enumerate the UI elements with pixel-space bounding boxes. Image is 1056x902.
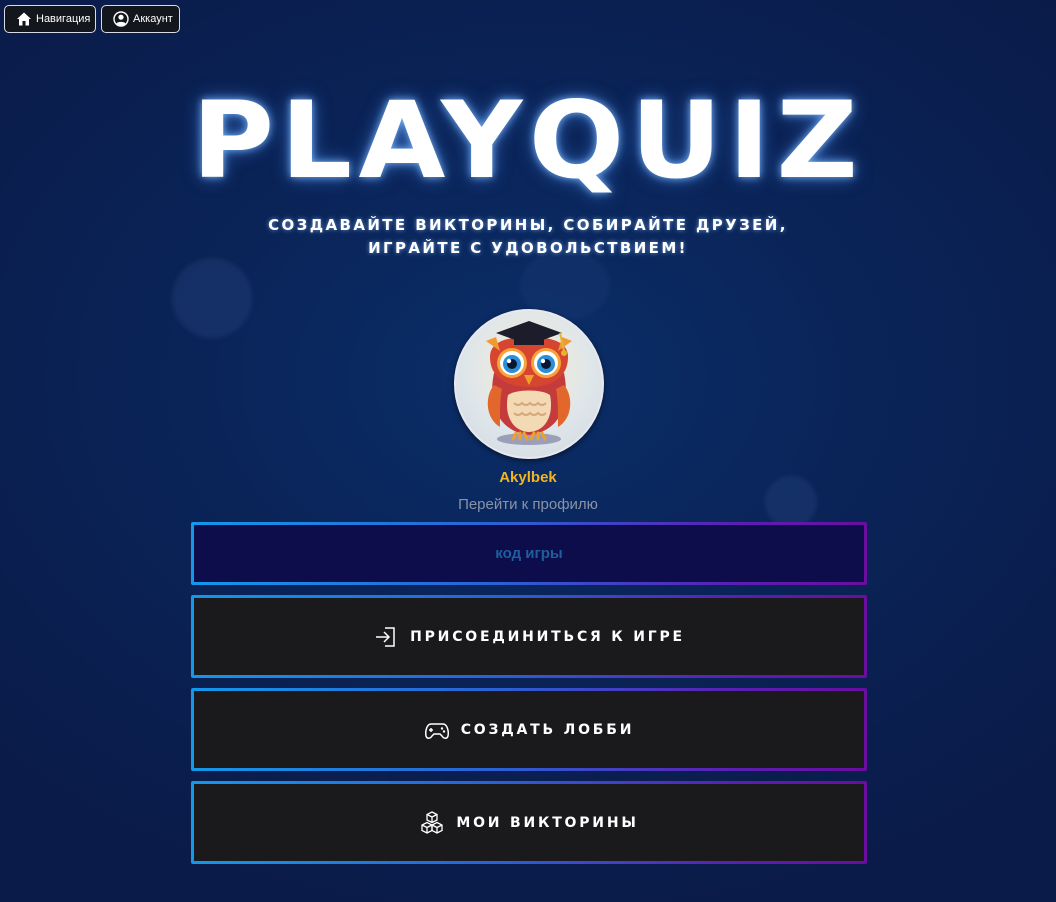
profile-link[interactable]: Перейти к профилю: [0, 496, 1056, 513]
navigation-button[interactable]: Навигация: [4, 5, 96, 33]
game-code-field: [191, 522, 867, 585]
join-game-button[interactable]: ПРИСОЕДИНИТЬСЯ К ИГРЕ: [191, 595, 867, 678]
create-lobby-button-body[interactable]: СОЗДАТЬ ЛОББИ: [194, 691, 864, 768]
tagline: СОЗДАВАЙТЕ ВИКТОРИНЫ, СОБИРАЙТЕ ДРУЗЕЙ, …: [0, 214, 1056, 260]
user-circle-icon: [113, 11, 129, 27]
account-label: Аккаунт: [133, 13, 173, 25]
tagline-line: СОЗДАВАЙТЕ ВИКТОРИНЫ, СОБИРАЙТЕ ДРУЗЕЙ,: [268, 216, 788, 234]
game-code-input[interactable]: [194, 524, 864, 583]
join-game-button-body[interactable]: ПРИСОЕДИНИТЬСЯ К ИГРЕ: [194, 598, 864, 675]
navigation-label: Навигация: [36, 13, 91, 25]
avatar[interactable]: [454, 309, 604, 459]
username: Akylbek: [499, 469, 557, 486]
my-quizzes-button-body[interactable]: МОИ ВИКТОРИНЫ: [194, 784, 864, 861]
tagline-line: ИГРАЙТЕ С УДОВОЛЬСТВИЕМ!: [368, 239, 688, 257]
bokeh-light: [172, 258, 252, 338]
app-title: PLAYQUIZ: [191, 79, 865, 202]
join-game-label: ПРИСОЕДИНИТЬСЯ К ИГРЕ: [410, 628, 685, 645]
my-quizzes-label: МОИ ВИКТОРИНЫ: [456, 814, 639, 831]
sign-in-icon: [373, 624, 399, 650]
create-lobby-label: СОЗДАТЬ ЛОББИ: [460, 721, 635, 738]
game-code-container: [194, 524, 864, 583]
home-icon: [16, 11, 32, 27]
create-lobby-button[interactable]: СОЗДАТЬ ЛОББИ: [191, 688, 867, 771]
cubes-icon: [419, 810, 445, 836]
gamepad-icon: [424, 717, 450, 743]
my-quizzes-button[interactable]: МОИ ВИКТОРИНЫ: [191, 781, 867, 864]
owl-avatar-icon: [486, 321, 572, 445]
account-button[interactable]: Аккаунт: [101, 5, 180, 33]
